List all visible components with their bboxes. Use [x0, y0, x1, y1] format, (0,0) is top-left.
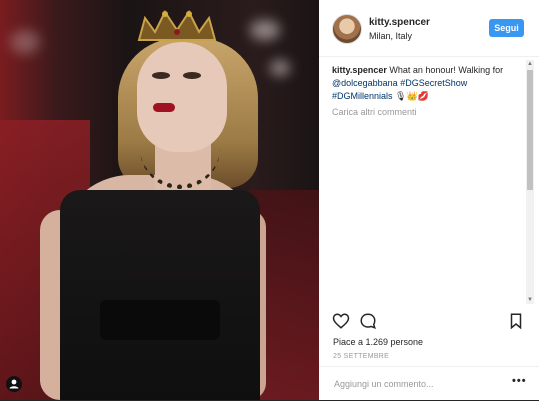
- model-eye: [183, 72, 201, 79]
- comments-section: kitty.spencer What an honour! Walking fo…: [332, 64, 522, 300]
- model-lips: [153, 103, 175, 112]
- model-face: [137, 42, 227, 152]
- likes-count[interactable]: Piace a 1.269 persone: [333, 337, 423, 347]
- comments-scrollbar[interactable]: ▲ ▼: [526, 60, 534, 304]
- scroll-thumb[interactable]: [527, 70, 533, 190]
- background-light: [10, 30, 40, 54]
- caption-hashtag[interactable]: #DGMillennials: [332, 91, 393, 101]
- model-eye: [152, 72, 170, 79]
- post-date[interactable]: 25 SETTEMBRE: [333, 353, 389, 360]
- model-belt: [100, 300, 220, 340]
- caption-hashtag[interactable]: #DGSecretShow: [400, 78, 467, 88]
- person-tag-icon[interactable]: [6, 376, 22, 392]
- add-comment-bar: •••: [319, 366, 539, 401]
- add-comment-input[interactable]: [332, 375, 496, 393]
- model-dress: [60, 190, 260, 400]
- caption-mention[interactable]: @dolcegabbana: [332, 78, 398, 88]
- caption-username[interactable]: kitty.spencer: [332, 65, 387, 75]
- load-more-comments-link[interactable]: Carica altri commenti: [332, 106, 522, 119]
- bookmark-icon[interactable]: [507, 312, 525, 330]
- scroll-up-arrow-icon[interactable]: ▲: [526, 60, 534, 68]
- caption: kitty.spencer What an honour! Walking fo…: [332, 64, 522, 103]
- more-options-icon[interactable]: •••: [512, 375, 527, 387]
- background-light: [270, 60, 290, 76]
- post-actions: [319, 308, 539, 334]
- scroll-down-arrow-icon[interactable]: ▼: [526, 296, 534, 304]
- post-photo[interactable]: [0, 0, 319, 400]
- heart-icon[interactable]: [332, 312, 350, 330]
- comment-bubble-icon[interactable]: [359, 312, 377, 330]
- post-side-panel: kitty.spencer Milan, Italy Segui kitty.s…: [319, 0, 539, 400]
- caption-emoji: 🎙👑💋: [395, 91, 429, 101]
- background-light: [250, 20, 280, 40]
- post-username[interactable]: kitty.spencer: [369, 17, 430, 28]
- person-tag-glyph: [9, 379, 19, 389]
- post-location[interactable]: Milan, Italy: [369, 31, 412, 41]
- post-header: kitty.spencer Milan, Italy Segui: [319, 0, 539, 57]
- follow-button[interactable]: Segui: [489, 19, 524, 37]
- crown-icon: [137, 10, 217, 41]
- avatar[interactable]: [332, 14, 362, 44]
- caption-text: What an honour! Walking for: [389, 65, 504, 75]
